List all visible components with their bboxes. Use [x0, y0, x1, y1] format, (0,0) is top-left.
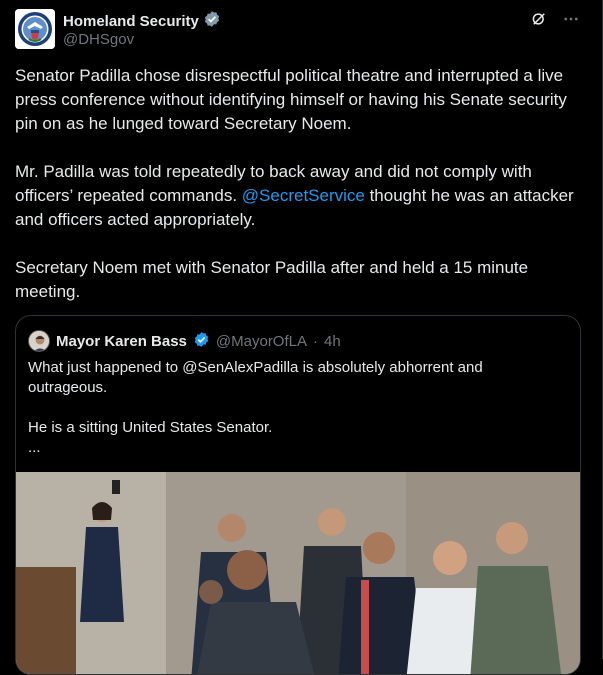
quoted-video-thumbnail[interactable] — [16, 472, 580, 674]
tweet-paragraph-1: Senator Padilla chose disrespectful poli… — [15, 66, 567, 133]
quoted-separator: · — [313, 332, 318, 350]
tweet-text: Senator Padilla chose disrespectful poli… — [15, 64, 575, 328]
quoted-display-name[interactable]: Mayor Karen Bass — [56, 333, 187, 350]
quoted-line-2: He is a sitting United States Senator. — [28, 419, 273, 436]
quoted-line-1: What just happened to @SenAlexPadilla is… — [28, 359, 483, 396]
secret-service-mention-link[interactable]: @SecretService — [242, 186, 365, 205]
quoted-timestamp[interactable]: 4h — [324, 333, 341, 350]
author-display-name[interactable]: Homeland Security — [63, 13, 199, 30]
quoted-handle[interactable]: @MayorOfLA — [216, 333, 307, 350]
tweet-paragraph-2: Mr. Padilla was told repeatedly to back … — [15, 160, 575, 232]
top-actions — [530, 10, 580, 28]
quoted-avatar[interactable] — [28, 330, 50, 352]
dhs-seal-icon — [15, 9, 55, 49]
author-row: Homeland Security — [63, 10, 221, 33]
quoted-verified-badge-icon — [193, 331, 210, 352]
press-conference-scene-image — [16, 472, 580, 674]
quoted-text: What just happened to @SenAlexPadilla is… — [28, 358, 548, 458]
tweet-paragraph-3: Secretary Noem met with Senator Padilla … — [15, 258, 529, 301]
quoted-author-row: Mayor Karen Bass @MayorOfLA · 4h — [28, 330, 341, 352]
grok-icon[interactable] — [530, 10, 548, 28]
verified-badge-icon — [203, 10, 221, 33]
dhs-avatar[interactable] — [15, 9, 55, 49]
tweet: Homeland Security @DHSgov Senator Padill… — [0, 0, 603, 675]
quoted-post[interactable]: Mayor Karen Bass @MayorOfLA · 4h What ju… — [15, 315, 581, 675]
author-handle[interactable]: @DHSgov — [63, 31, 134, 48]
quoted-ellipsis: ... — [28, 439, 41, 456]
more-icon[interactable] — [562, 10, 580, 28]
